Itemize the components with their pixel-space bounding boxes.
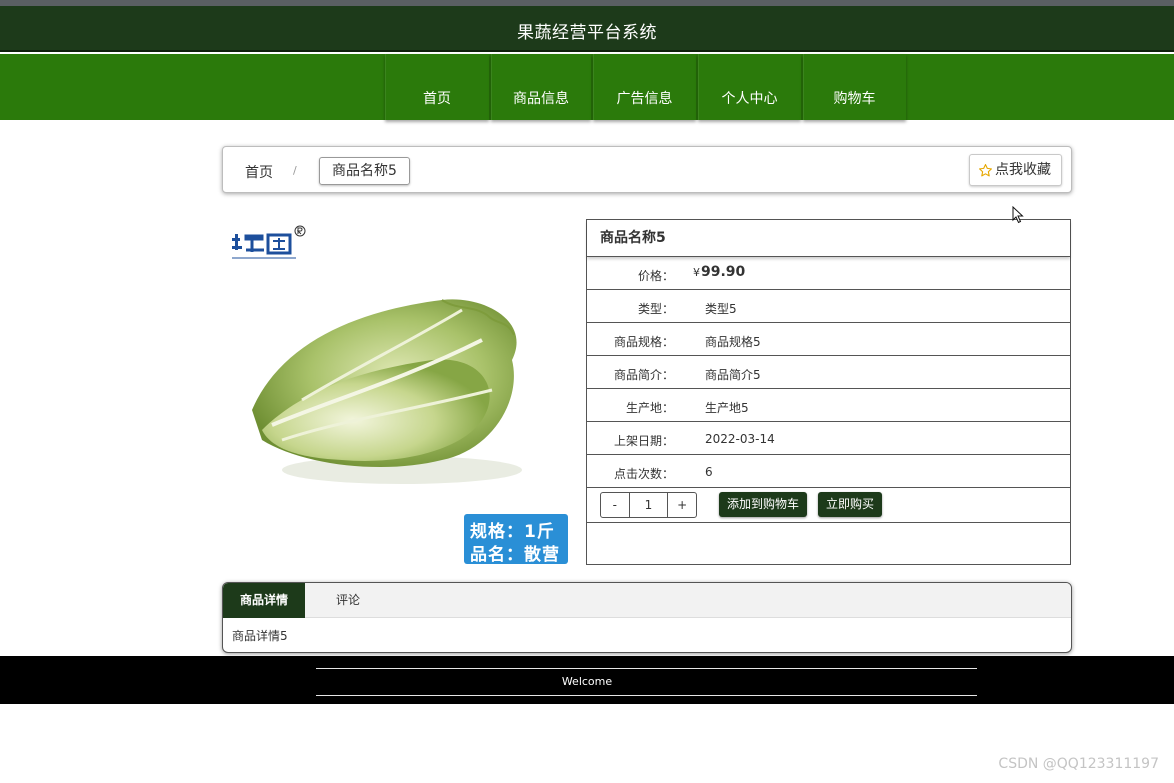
decrease-quantity-button[interactable]: - bbox=[601, 493, 629, 517]
favorite-button[interactable]: 点我收藏 bbox=[969, 154, 1062, 186]
badge-line-2: 品名：散营 bbox=[470, 545, 560, 565]
product-name: 商品名称5 bbox=[587, 220, 1070, 257]
intro-row: 商品简介： 商品简介5 bbox=[587, 356, 1070, 389]
intro-value: 商品简介5 bbox=[705, 368, 761, 382]
tab-bar: 商品详情 评论 bbox=[223, 583, 1071, 618]
origin-label: 生产地： bbox=[625, 401, 674, 415]
click-count-label: 点击次数： bbox=[613, 467, 674, 481]
spec-label: 商品规格： bbox=[613, 335, 674, 349]
quantity-input[interactable]: 1 bbox=[628, 493, 669, 517]
product-image: 规格：1斤 品名：散营 bbox=[222, 220, 572, 565]
nav-item-cart[interactable]: 购物车 bbox=[803, 54, 906, 120]
price-value: ¥99.90 bbox=[693, 264, 745, 280]
breadcrumb-separator: / bbox=[293, 164, 297, 177]
footer-divider-top bbox=[316, 668, 977, 669]
site-header: 果蔬经营平台系统 bbox=[0, 6, 1174, 52]
lettuce-illustration bbox=[252, 299, 522, 484]
currency-symbol: ¥ bbox=[693, 266, 700, 279]
purchase-actions: - 1 + 添加到购物车 立即购买 bbox=[587, 488, 1070, 523]
nav-item-home[interactable]: 首页 bbox=[385, 54, 489, 120]
type-label: 类型： bbox=[637, 302, 674, 316]
nav-item-profile[interactable]: 个人中心 bbox=[698, 54, 801, 120]
spec-value: 商品规格5 bbox=[705, 335, 761, 349]
increase-quantity-button[interactable]: + bbox=[668, 493, 696, 517]
nav-item-products[interactable]: 商品信息 bbox=[491, 54, 591, 120]
site-footer: Welcome bbox=[0, 656, 1174, 704]
listing-date-label: 上架日期： bbox=[613, 434, 674, 448]
price-amount: 99.90 bbox=[701, 264, 746, 280]
tab-product-details[interactable]: 商品详情 bbox=[223, 583, 305, 618]
nav-item-ads[interactable]: 广告信息 bbox=[593, 54, 696, 120]
favorite-label: 点我收藏 bbox=[995, 162, 1051, 178]
watermark: CSDN @QQ123311197 bbox=[998, 756, 1159, 772]
site-title: 果蔬经营平台系统 bbox=[517, 23, 657, 43]
intro-label: 商品简介： bbox=[613, 368, 674, 382]
type-value: 类型5 bbox=[705, 302, 737, 316]
origin-value: 生产地5 bbox=[705, 401, 749, 415]
tab-comments[interactable]: 评论 bbox=[319, 583, 377, 618]
brand-logo bbox=[232, 225, 306, 259]
add-to-cart-button[interactable]: 添加到购物车 bbox=[719, 492, 808, 517]
price-row: 价格： ¥99.90 bbox=[587, 257, 1070, 290]
main-nav: 首页 商品信息 广告信息 个人中心 购物车 bbox=[0, 54, 1174, 120]
listing-date-row: 上架日期： 2022-03-14 bbox=[587, 422, 1070, 455]
breadcrumb: 首页 / 商品名称5 点我收藏 bbox=[222, 146, 1072, 193]
tab-content: 商品详情5 bbox=[232, 629, 288, 643]
buy-now-button[interactable]: 立即购买 bbox=[818, 492, 883, 517]
quantity-stepper: - 1 + bbox=[600, 492, 697, 518]
footer-welcome: Welcome bbox=[561, 675, 613, 688]
footer-divider-bottom bbox=[316, 695, 977, 696]
price-label: 价格： bbox=[637, 269, 674, 283]
listing-date-value: 2022-03-14 bbox=[705, 432, 775, 446]
product-info-panel: 商品名称5 价格： ¥99.90 类型： 类型5 商品规格： 商品规格5 商品简… bbox=[586, 219, 1071, 565]
click-count-row: 点击次数： 6 bbox=[587, 455, 1070, 488]
origin-row: 生产地： 生产地5 bbox=[587, 389, 1070, 422]
type-row: 类型： 类型5 bbox=[587, 290, 1070, 323]
badge-line-1: 规格：1斤 bbox=[470, 522, 555, 542]
spec-row: 商品规格： 商品规格5 bbox=[587, 323, 1070, 356]
star-icon bbox=[979, 163, 992, 176]
breadcrumb-current: 商品名称5 bbox=[319, 157, 410, 185]
click-count-value: 6 bbox=[705, 465, 713, 479]
product-tabs: 商品详情 评论 商品详情5 bbox=[222, 582, 1072, 653]
mouse-cursor-icon bbox=[1012, 206, 1024, 224]
breadcrumb-home-link[interactable]: 首页 bbox=[245, 162, 273, 182]
spec-badge: 规格：1斤 品名：散营 bbox=[464, 514, 568, 565]
